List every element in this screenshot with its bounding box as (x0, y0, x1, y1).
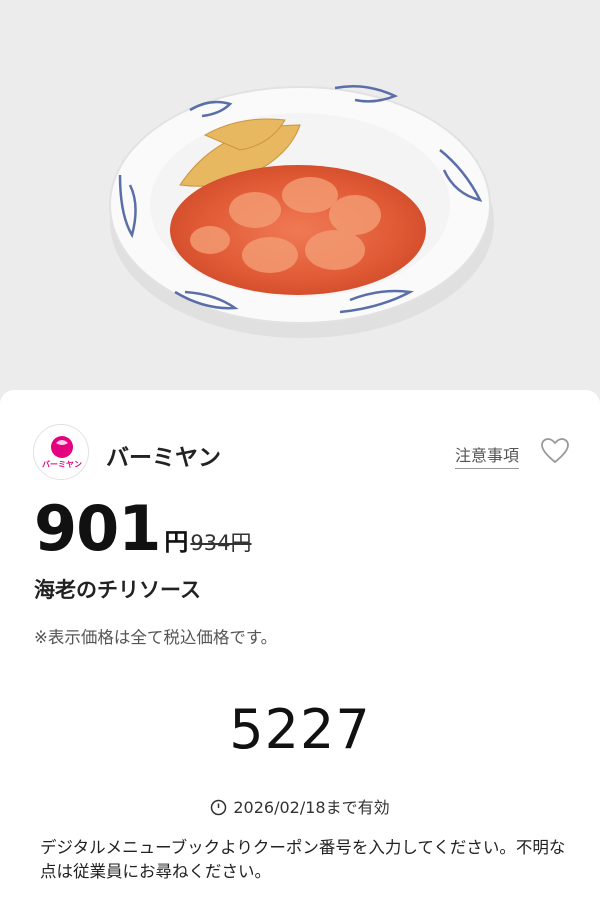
price-row: 901 円934円 (34, 494, 252, 564)
expiry-text: 2026/02/18まで有効 (233, 798, 390, 817)
coupon-code: 5227 (229, 698, 371, 761)
hero-image (0, 0, 600, 392)
expiry-row: 2026/02/18まで有効 (0, 794, 600, 818)
svg-text:バーミヤン: バーミヤン (42, 460, 82, 469)
brand-logo: バーミヤン (33, 424, 89, 480)
notes-link[interactable]: 注意事項 (454, 442, 519, 469)
tax-note: ※表示価格は全て税込価格です。 (34, 628, 278, 647)
dish-photo (109, 85, 494, 338)
brand-row: バーミヤン バーミヤン 注意事項 (33, 424, 570, 480)
currency-label: 円 (164, 528, 189, 556)
heart-icon[interactable] (540, 437, 570, 465)
coupon-card: バーミヤン バーミヤン 注意事項 901 円934円 海老のチリソース ※表示価格… (0, 390, 600, 900)
clock-icon (210, 799, 227, 816)
instructions-text: デジタルメニューブックよりクーポン番号を入力してください。不明な点は従業員にお尋… (40, 838, 566, 881)
item-name: 海老のチリソース (34, 578, 201, 602)
brand-name: バーミヤン (106, 445, 221, 471)
original-price: 934円 (190, 531, 252, 555)
current-price: 901 (34, 492, 161, 565)
